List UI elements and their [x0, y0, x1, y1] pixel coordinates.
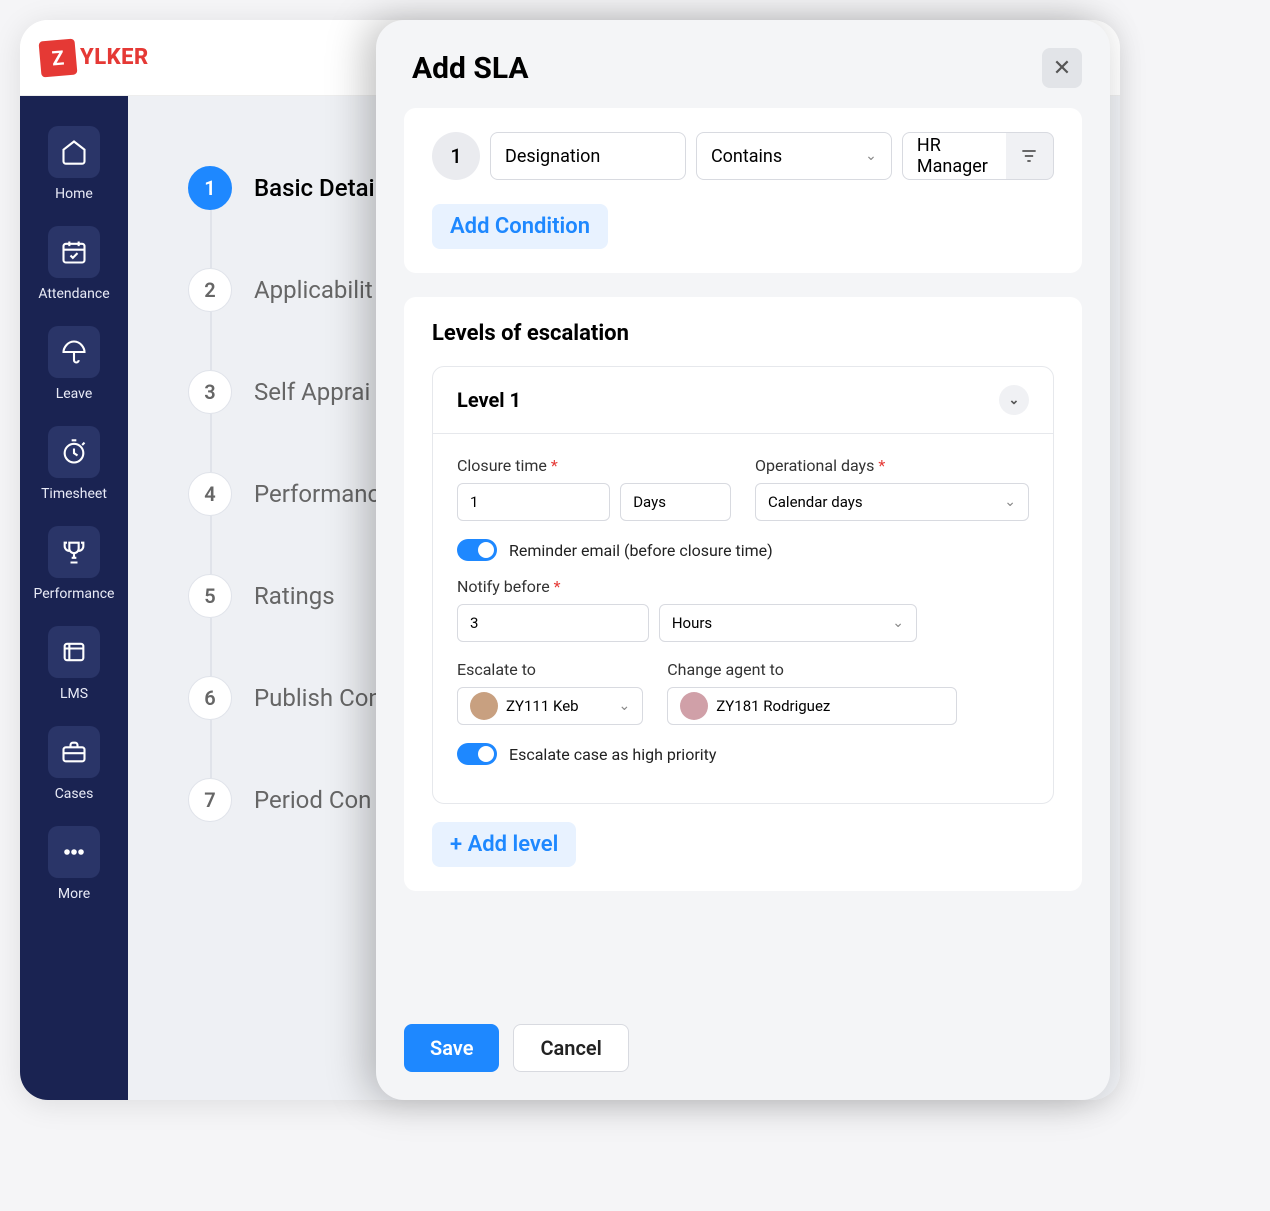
sidebar: Home Attendance Leave Timesheet	[20, 96, 128, 1100]
sidebar-item-label: More	[58, 886, 90, 902]
step-number: 5	[188, 574, 232, 618]
chevron-down-icon: ⌄	[892, 615, 904, 631]
condition-field-select[interactable]: Designation	[490, 132, 686, 180]
condition-filter-button[interactable]	[1006, 132, 1054, 180]
step-number: 4	[188, 472, 232, 516]
close-button[interactable]: ✕	[1042, 48, 1082, 88]
level-card: Level 1 ⌄ Closure time * 1 Days	[432, 366, 1054, 804]
condition-number: 1	[432, 132, 480, 180]
step-label: Performanc	[254, 480, 380, 508]
step-label: Period Con	[254, 786, 371, 814]
add-condition-button[interactable]: Add Condition	[432, 204, 608, 249]
level-body: Closure time * 1 Days Operational days *…	[433, 434, 1053, 803]
condition-row: 1 Designation Contains ⌄ HR Manager	[432, 132, 1054, 180]
closure-time-label: Closure time *	[457, 456, 731, 475]
operational-days-field: Operational days * Calendar days ⌄	[755, 456, 1029, 521]
escalate-to-field: Escalate to ZY111 Keb ⌄	[457, 660, 643, 725]
step-label: Self Apprai	[254, 378, 370, 406]
chevron-down-icon: ⌄	[1004, 494, 1016, 510]
escalate-to-select[interactable]: ZY111 Keb ⌄	[457, 687, 643, 725]
panel-title: Add SLA	[412, 51, 529, 86]
high-priority-label: Escalate case as high priority	[509, 745, 716, 764]
sidebar-item-label: Cases	[55, 786, 94, 802]
briefcase-icon	[48, 726, 100, 778]
operational-days-label: Operational days *	[755, 456, 1029, 475]
condition-field-value: Designation	[505, 146, 600, 167]
reminder-email-toggle[interactable]	[457, 539, 497, 561]
sidebar-item-lms[interactable]: LMS	[30, 616, 118, 712]
calendar-check-icon	[48, 226, 100, 278]
add-sla-panel: Add SLA ✕ 1 Designation Contains ⌄ HR Ma…	[376, 20, 1110, 1100]
notify-before-label: Notify before *	[457, 577, 917, 596]
panel-footer: Save Cancel	[376, 1024, 1110, 1100]
book-icon	[48, 626, 100, 678]
closure-time-input[interactable]: 1	[457, 483, 610, 521]
more-icon	[48, 826, 100, 878]
umbrella-icon	[48, 326, 100, 378]
sidebar-item-label: Performance	[34, 586, 115, 602]
reminder-email-label: Reminder email (before closure time)	[509, 541, 773, 560]
panel-header: Add SLA ✕	[376, 20, 1110, 108]
condition-operator-select[interactable]: Contains ⌄	[696, 132, 892, 180]
condition-value-input[interactable]: HR Manager	[902, 132, 1016, 180]
step-label: Basic Detai	[254, 174, 375, 202]
stopwatch-icon	[48, 426, 100, 478]
home-icon	[48, 126, 100, 178]
sidebar-item-cases[interactable]: Cases	[30, 716, 118, 812]
step-label: Applicabilit	[254, 276, 373, 304]
change-agent-select[interactable]: ZY181 Rodriguez	[667, 687, 957, 725]
change-agent-field: Change agent to ZY181 Rodriguez	[667, 660, 957, 725]
collapse-button[interactable]: ⌄	[999, 385, 1029, 415]
step-number: 6	[188, 676, 232, 720]
sidebar-item-performance[interactable]: Performance	[30, 516, 118, 612]
step-label: Publish Con	[254, 684, 382, 712]
chevron-down-icon: ⌄	[865, 148, 877, 164]
sidebar-item-more[interactable]: More	[30, 816, 118, 912]
sidebar-item-label: Timesheet	[41, 486, 107, 502]
sidebar-item-attendance[interactable]: Attendance	[30, 216, 118, 312]
sidebar-item-timesheet[interactable]: Timesheet	[30, 416, 118, 512]
close-icon: ✕	[1053, 56, 1071, 81]
notify-before-input[interactable]: 3	[457, 604, 649, 642]
condition-card: 1 Designation Contains ⌄ HR Manager	[404, 108, 1082, 273]
sidebar-item-leave[interactable]: Leave	[30, 316, 118, 412]
sidebar-item-label: Home	[55, 186, 93, 202]
escalation-card: Levels of escalation Level 1 ⌄ Closure t…	[404, 297, 1082, 891]
sidebar-item-home[interactable]: Home	[30, 116, 118, 212]
notify-before-field: Notify before * 3 Hours ⌄	[457, 577, 917, 642]
step-number: 3	[188, 370, 232, 414]
trophy-icon	[48, 526, 100, 578]
avatar-icon	[470, 692, 498, 720]
step-number: 2	[188, 268, 232, 312]
chevron-down-icon: ⌄	[1009, 393, 1020, 408]
filter-icon	[1019, 146, 1039, 166]
condition-operator-value: Contains	[711, 146, 782, 167]
logo: Z YLKER	[40, 40, 149, 76]
escalate-to-label: Escalate to	[457, 660, 643, 679]
step-number: 1	[188, 166, 232, 210]
avatar-icon	[680, 692, 708, 720]
level-header[interactable]: Level 1 ⌄	[433, 367, 1053, 434]
step-label: Ratings	[254, 582, 335, 610]
level-title: Level 1	[457, 388, 521, 412]
operational-days-select[interactable]: Calendar days ⌄	[755, 483, 1029, 521]
logo-icon: Z	[38, 38, 77, 77]
change-agent-label: Change agent to	[667, 660, 957, 679]
add-level-button[interactable]: + Add level	[432, 822, 576, 867]
cancel-button[interactable]: Cancel	[513, 1024, 628, 1072]
chevron-down-icon: ⌄	[619, 698, 631, 714]
closure-unit-select[interactable]: Days	[620, 483, 731, 521]
step-number: 7	[188, 778, 232, 822]
notify-before-unit-select[interactable]: Hours ⌄	[659, 604, 917, 642]
sidebar-item-label: Attendance	[38, 286, 109, 302]
escalation-title: Levels of escalation	[432, 321, 1054, 346]
logo-text: YLKER	[80, 45, 149, 70]
high-priority-toggle[interactable]	[457, 743, 497, 765]
sidebar-item-label: LMS	[60, 686, 88, 702]
closure-time-field: Closure time * 1 Days	[457, 456, 731, 521]
panel-body: 1 Designation Contains ⌄ HR Manager	[376, 108, 1110, 1024]
save-button[interactable]: Save	[404, 1024, 499, 1072]
condition-value-text: HR Manager	[917, 135, 1001, 177]
sidebar-item-label: Leave	[56, 386, 93, 402]
